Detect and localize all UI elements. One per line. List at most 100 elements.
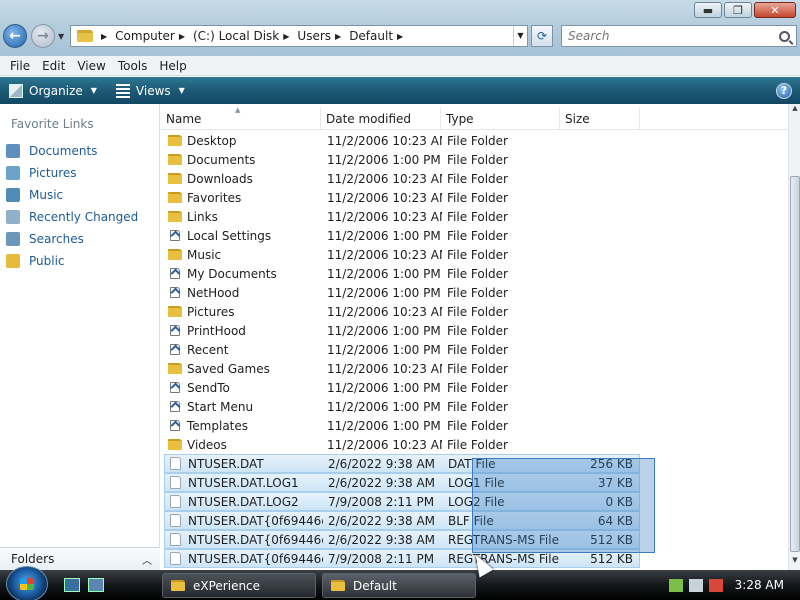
file-row[interactable]: Downloads 11/2/2006 10:23 AM File Folder — [164, 169, 640, 188]
file-row[interactable]: Documents 11/2/2006 1:00 PM File Folder — [164, 150, 640, 169]
column-header-label: Type — [446, 111, 474, 126]
file-name-cell: Templates — [164, 419, 322, 433]
file-row[interactable]: Recent 11/2/2006 1:00 PM File Folder — [164, 340, 640, 359]
minimize-icon[interactable]: ▬ — [694, 2, 722, 18]
column-header-date[interactable]: Date modified — [321, 108, 441, 129]
file-row[interactable]: Links 11/2/2006 10:23 AM File Folder — [164, 207, 640, 226]
menu-help[interactable]: Help — [153, 59, 192, 73]
address-dropdown-icon[interactable]: ▼ — [513, 26, 527, 46]
network-icon[interactable] — [668, 578, 683, 592]
nav-link-searches[interactable]: Searches — [6, 228, 138, 250]
search-icon[interactable] — [779, 30, 790, 42]
chevron-right-icon[interactable]: ▶ — [179, 32, 185, 41]
column-header-type[interactable]: Type — [441, 108, 560, 129]
nav-link-pictures[interactable]: Pictures — [6, 162, 138, 184]
scroll-down-icon[interactable]: ▼ — [789, 556, 800, 570]
menu-view[interactable]: View — [71, 59, 111, 73]
clock[interactable]: 3:28 AM — [735, 578, 784, 592]
maximize-icon[interactable]: ❐ — [724, 2, 752, 18]
switch-windows-icon[interactable] — [88, 578, 104, 592]
column-header-label: Name — [166, 111, 202, 126]
file-row[interactable]: NetHood 11/2/2006 1:00 PM File Folder — [164, 283, 640, 302]
file-icon — [170, 476, 181, 489]
menu-file[interactable]: File — [4, 59, 36, 73]
file-type: File Folder — [447, 437, 508, 452]
show-desktop-icon[interactable] — [64, 578, 80, 592]
taskbar-button-default[interactable]: Default — [322, 573, 476, 598]
file-date: 11/2/2006 1:00 PM — [327, 285, 441, 300]
file-name: Pictures — [187, 304, 235, 319]
file-name-cell: Music — [164, 248, 322, 262]
shortcut-folder-icon — [170, 325, 180, 336]
shortcut-folder-icon — [170, 268, 180, 279]
breadcrumb-default[interactable]: Default — [349, 29, 393, 43]
start-button[interactable] — [6, 566, 48, 600]
address-bar[interactable]: ▶ Computer ▶ (C:) Local Disk ▶ Users ▶ D… — [70, 25, 528, 47]
file-row[interactable]: Local Settings 11/2/2006 1:00 PM File Fold… — [164, 226, 640, 245]
file-name: Recent — [187, 342, 229, 357]
file-date: 2/6/2022 9:38 AM — [328, 532, 436, 547]
folder-icon — [168, 211, 182, 222]
nav-link-label: Searches — [29, 232, 84, 246]
file-size: 512 KB — [590, 551, 633, 566]
file-type: File Folder — [447, 266, 508, 281]
file-name: Desktop — [187, 133, 237, 148]
file-type: File Folder — [447, 228, 508, 243]
file-row[interactable]: SendTo 11/2/2006 1:00 PM File Folder — [164, 378, 640, 397]
column-header-size[interactable]: Size — [560, 108, 640, 129]
chevron-right-icon[interactable]: ▶ — [335, 32, 341, 41]
views-label: Views — [135, 83, 171, 98]
file-row[interactable]: My Documents 11/2/2006 1:00 PM File Folder — [164, 264, 640, 283]
chevron-right-icon[interactable]: ▶ — [101, 32, 107, 41]
chevron-right-icon[interactable]: ▶ — [283, 32, 289, 41]
taskbar-button-experience[interactable]: eXPerience — [162, 573, 316, 598]
file-type: File Folder — [447, 209, 508, 224]
vertical-scrollbar[interactable]: ▲ ▼ — [788, 104, 800, 570]
file-name-cell: Favorites — [164, 191, 322, 205]
title-bar: ▬ ❐ ✕ ← → ▼ ▶ Computer ▶ (C:) Local Disk… — [0, 0, 800, 56]
file-row[interactable]: Pictures 11/2/2006 10:23 AM File Folder — [164, 302, 640, 321]
recent-pages-dropdown-icon[interactable]: ▼ — [58, 32, 64, 41]
nav-link-music[interactable]: Music — [6, 184, 138, 206]
file-row[interactable]: Desktop 11/2/2006 10:23 AM File Folder — [164, 131, 640, 150]
file-row[interactable]: Videos 11/2/2006 10:23 AM File Folder — [164, 435, 640, 454]
search-box[interactable] — [561, 25, 797, 47]
nav-link-public[interactable]: Public — [6, 250, 138, 272]
file-date: 2/6/2022 9:38 AM — [328, 475, 436, 490]
file-row[interactable]: Favorites 11/2/2006 10:23 AM File Folder — [164, 188, 640, 207]
scroll-up-icon[interactable]: ▲ — [789, 104, 800, 118]
organize-button[interactable]: Organize ▼ — [0, 77, 107, 104]
nav-link-documents[interactable]: Documents — [6, 140, 138, 162]
menu-tools[interactable]: Tools — [112, 59, 154, 73]
file-name-cell: NTUSER.DAT{0f69446d... — [165, 514, 323, 528]
back-arrow-icon[interactable]: ← — [3, 24, 27, 48]
breadcrumb-users[interactable]: Users — [297, 29, 331, 43]
scrollbar-thumb[interactable] — [790, 176, 800, 552]
file-row[interactable]: Music 11/2/2006 10:23 AM File Folder — [164, 245, 640, 264]
menu-edit[interactable]: Edit — [36, 59, 71, 73]
file-type: File Folder — [447, 399, 508, 414]
file-row[interactable]: PrintHood 11/2/2006 1:00 PM File Folder — [164, 321, 640, 340]
refresh-icon[interactable]: ⟳ — [531, 25, 553, 47]
file-name-cell: My Documents — [164, 267, 322, 281]
breadcrumb-local-disk[interactable]: (C:) Local Disk — [193, 29, 279, 43]
file-date: 11/2/2006 1:00 PM — [327, 266, 441, 281]
search-input[interactable] — [562, 29, 762, 43]
nav-link-recently-changed[interactable]: Recently Changed — [6, 206, 138, 228]
help-icon[interactable]: ? — [776, 82, 792, 99]
volume-muted-icon[interactable] — [708, 578, 723, 592]
views-button[interactable]: Views ▼ — [107, 77, 195, 104]
chevron-right-icon[interactable]: ▶ — [397, 32, 403, 41]
column-header-name[interactable]: ▲ Name — [161, 106, 321, 129]
file-row[interactable]: Saved Games 11/2/2006 10:23 AM File Folder — [164, 359, 640, 378]
folder-icon — [168, 154, 182, 165]
file-name: Links — [187, 209, 218, 224]
forward-arrow-icon[interactable]: → — [31, 24, 55, 48]
close-icon[interactable]: ✕ — [754, 2, 796, 18]
folder-icon — [168, 173, 182, 184]
file-row[interactable]: Start Menu 11/2/2006 1:00 PM File Folder — [164, 397, 640, 416]
monitor-icon[interactable] — [688, 578, 703, 592]
file-row[interactable]: Templates 11/2/2006 1:00 PM File Folder — [164, 416, 640, 435]
file-date: 11/2/2006 10:23 AM — [327, 190, 442, 205]
breadcrumb-computer[interactable]: Computer — [115, 29, 175, 43]
